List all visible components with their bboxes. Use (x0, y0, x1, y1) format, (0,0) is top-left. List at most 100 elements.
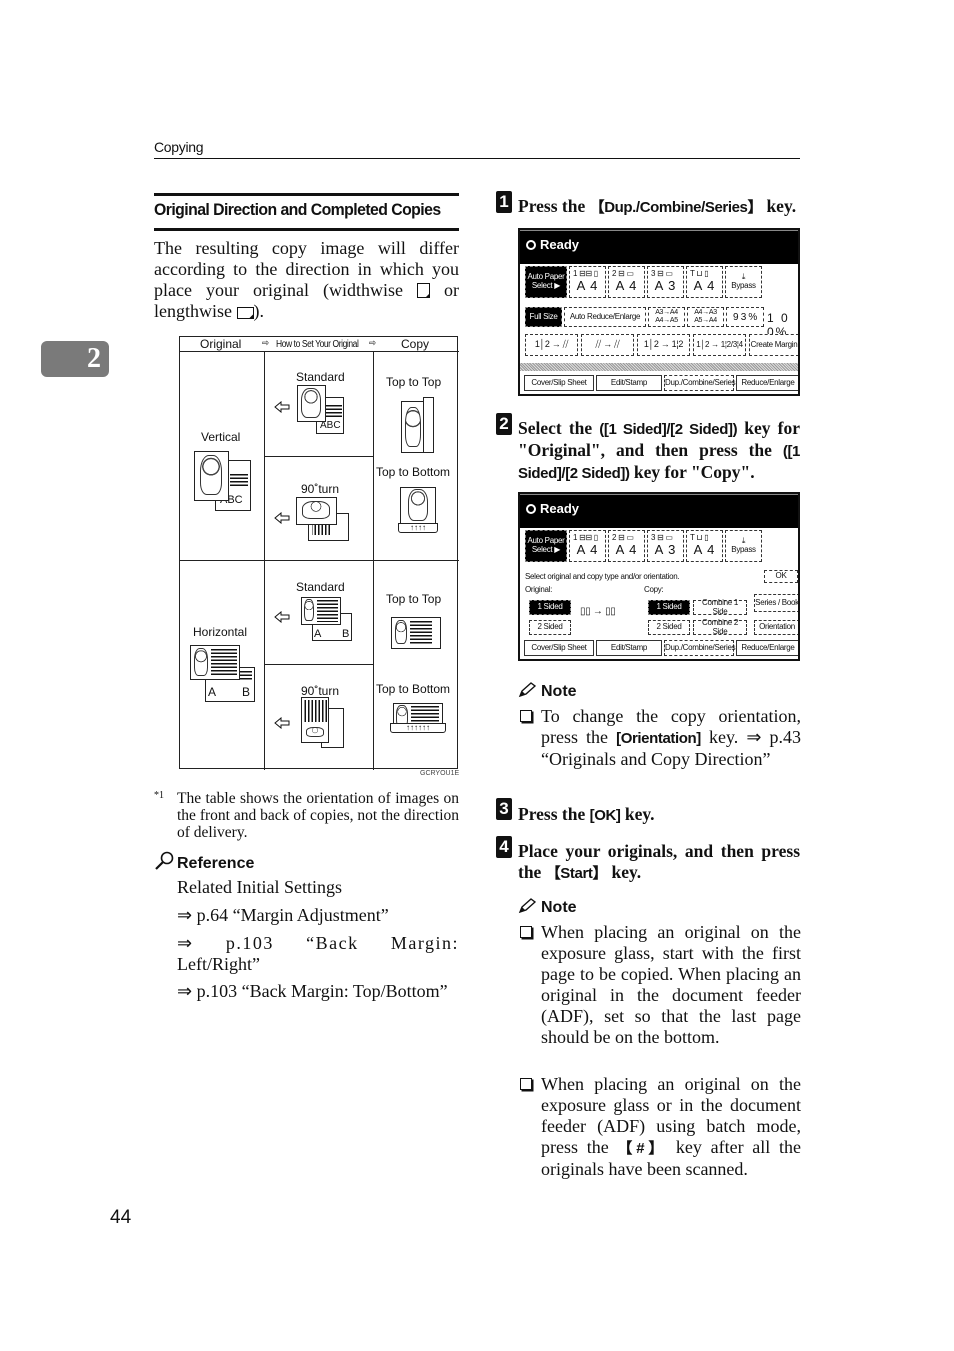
text-segment: Bypass (731, 281, 756, 290)
copy-2-sided-button[interactable]: 2 Sided (648, 620, 690, 635)
arrow-left-icon (274, 611, 290, 623)
instruction-text: Select original and copy type and/or ori… (525, 572, 680, 581)
page-number: 44 (110, 1207, 132, 1228)
original-vertical-label: Vertical (201, 430, 241, 444)
text-segment: key. (607, 862, 642, 882)
section-title: Original Direction and Completed Copies (154, 200, 441, 219)
arrow-right-icon: ⇨ (262, 338, 269, 349)
original-2-sided-button[interactable]: 2 Sided (529, 620, 571, 635)
pencil-icon (518, 682, 536, 698)
bullet-box-icon (520, 926, 532, 938)
step-number: 4 (496, 836, 512, 858)
copier-screen-2: Ready Auto Paper Select ▶ 1 ⊟⊟ ▯ A 4 2 ⊟ ▭… (518, 492, 800, 661)
step-3-text: Press the [OK] key. (518, 804, 655, 826)
tray-1-button[interactable]: 1 ⊟⊟ ▯ A 4 (569, 266, 606, 298)
step-2-text: Select the ([1 Sided]/[2 Sided]) key for… (518, 418, 800, 482)
tab-dup-combine-series[interactable]: Dup./Combine/Series (664, 375, 736, 391)
turn-label: 90˚turn (301, 482, 340, 496)
text-segment: A 3 (654, 542, 677, 558)
magnifier-icon (155, 851, 174, 870)
ready-icon (526, 240, 536, 250)
combine-2-side-button[interactable]: Combine 2 Side (693, 618, 747, 635)
mode-combine-2-button[interactable]: 1│2 → 1¦2 (637, 334, 690, 356)
tab-reduce-enlarge[interactable]: Reduce/Enlarge (736, 375, 798, 391)
key-name: 【Dup./Combine/Series】 (589, 199, 763, 216)
copy-top-to-bottom-label: Top to Bottom (376, 682, 451, 696)
figure-code: GCRYOU1E (420, 770, 460, 777)
text-segment: A 4 (615, 278, 638, 294)
original-horizontal-label: Horizontal (193, 625, 248, 639)
reference-link-back-margin-lr[interactable]: ⇒ p.103 “Back Margin: (177, 933, 459, 954)
bypass-button[interactable]: ⤓ Bypass (725, 266, 762, 298)
tab-cover-slip-sheet[interactable]: Cover/Slip Sheet (524, 640, 594, 656)
text-segment: Press the (518, 804, 590, 824)
original-label: Original: (525, 585, 553, 594)
text-segment: key for "Copy". (629, 462, 755, 482)
running-head: Copying (154, 139, 204, 155)
full-size-button[interactable]: Full Size (525, 307, 562, 327)
tray-3-button[interactable]: 3 ⊟ ▭ A 3 (647, 530, 684, 562)
create-margin-button[interactable]: Create Margin (749, 334, 798, 356)
mode-1to2-button[interactable]: 1│2 → ⧸⧸ (525, 334, 578, 356)
ok-button[interactable]: OK (764, 570, 798, 583)
turn-label: 90˚turn (301, 684, 340, 698)
standard-label: Standard (296, 580, 345, 594)
reference-link-back-margin-lr-cont[interactable]: Left/Right” (177, 954, 260, 975)
header-copy: Copy (401, 337, 430, 351)
reference-title: Reference (177, 855, 255, 872)
copy-1-sided-button[interactable]: 1 Sided (648, 600, 690, 615)
step-4-text: Place your originals, and then press the… (518, 841, 800, 884)
copy-label: Copy: (644, 585, 664, 594)
reduce-preset-button[interactable]: A3→A4 A4→A5 (648, 307, 685, 327)
text-segment: key. (762, 196, 797, 216)
header-rule (154, 158, 800, 159)
tray-1-button[interactable]: 1 ⊟⊟ ▯ A 4 (569, 530, 606, 562)
orientation-button[interactable]: Orientation (754, 620, 798, 635)
reference-link-margin-adjustment[interactable]: ⇒ p.64 “Margin Adjustment” (177, 905, 389, 926)
tray-3-button[interactable]: 3 ⊟ ▭ A 3 (647, 266, 684, 298)
arrow-left-icon (274, 717, 290, 729)
step-number: 3 (496, 798, 512, 820)
bullet-box-icon (520, 1078, 532, 1090)
auto-reduce-enlarge-button[interactable]: Auto Reduce/Enlarge (564, 307, 646, 327)
combine-1-side-button[interactable]: Combine 1 Side (693, 598, 747, 615)
copy-top-to-top-label: Top to Top (386, 592, 442, 606)
enlarge-preset-button[interactable]: A4→A3 A5→A4 (687, 307, 724, 327)
widthwise-icon (416, 283, 430, 298)
text-segment: A 4 (576, 278, 599, 294)
bullet-box-icon (520, 710, 532, 722)
chapter-tab: 2 (41, 341, 109, 377)
text-segment: Select ▶ (531, 281, 561, 290)
header-original: Original (200, 337, 242, 351)
table-rule (264, 456, 373, 457)
tab-cover-slip-sheet[interactable]: Cover/Slip Sheet (524, 375, 594, 391)
text-segment: Bypass (731, 545, 756, 554)
mode-2to2-button[interactable]: ⧸⧸ → ⧸⧸ (581, 334, 634, 356)
tab-reduce-enlarge[interactable]: Reduce/Enlarge (736, 640, 798, 656)
step-1-text: Press the 【Dup./Combine/Series】 key. (518, 196, 796, 218)
tab-edit-stamp[interactable]: Edit/Stamp (596, 375, 662, 391)
ratio-93-button[interactable]: 9 3 % (726, 307, 764, 327)
intro-paragraph: The resulting copy image will differ acc… (154, 238, 459, 322)
bypass-button[interactable]: ⤓ Bypass (725, 530, 762, 562)
tab-dup-combine-series[interactable]: Dup./Combine/Series (664, 640, 736, 656)
copy-top-to-top-label: Top to Top (386, 375, 442, 389)
tray-lct-button[interactable]: T ⊔ ▯ A 4 (686, 530, 723, 562)
auto-paper-select-button[interactable]: Auto Paper Select ▶ (525, 530, 567, 562)
note-item: When placing an original on the exposure… (541, 1074, 801, 1180)
series-book-button[interactable]: Series / Book (754, 594, 798, 612)
auto-paper-select-button[interactable]: Auto Paper Select ▶ (525, 266, 567, 298)
table-rule (180, 351, 459, 352)
step-number: 1 (496, 191, 512, 213)
text-segment: [Orientation] (616, 730, 701, 747)
duplex-diagram-icon: ▯▯ → ▯▯ (580, 606, 616, 617)
lengthwise-icon (236, 307, 254, 319)
tab-edit-stamp[interactable]: Edit/Stamp (596, 640, 662, 656)
reference-link-back-margin-tb[interactable]: ⇒ p.103 “Back Margin: Top/Bottom” (177, 981, 459, 1002)
tray-2-button[interactable]: 2 ⊟ ▭ A 4 (608, 530, 645, 562)
tray-2-button[interactable]: 2 ⊟ ▭ A 4 (608, 266, 645, 298)
step-number: 2 (496, 413, 512, 435)
mode-combine-4-button[interactable]: 1│2 → 1¦2/3¦4 (693, 334, 746, 356)
tray-lct-button[interactable]: T ⊔ ▯ A 4 (686, 266, 723, 298)
original-1-sided-button[interactable]: 1 Sided (529, 600, 571, 615)
